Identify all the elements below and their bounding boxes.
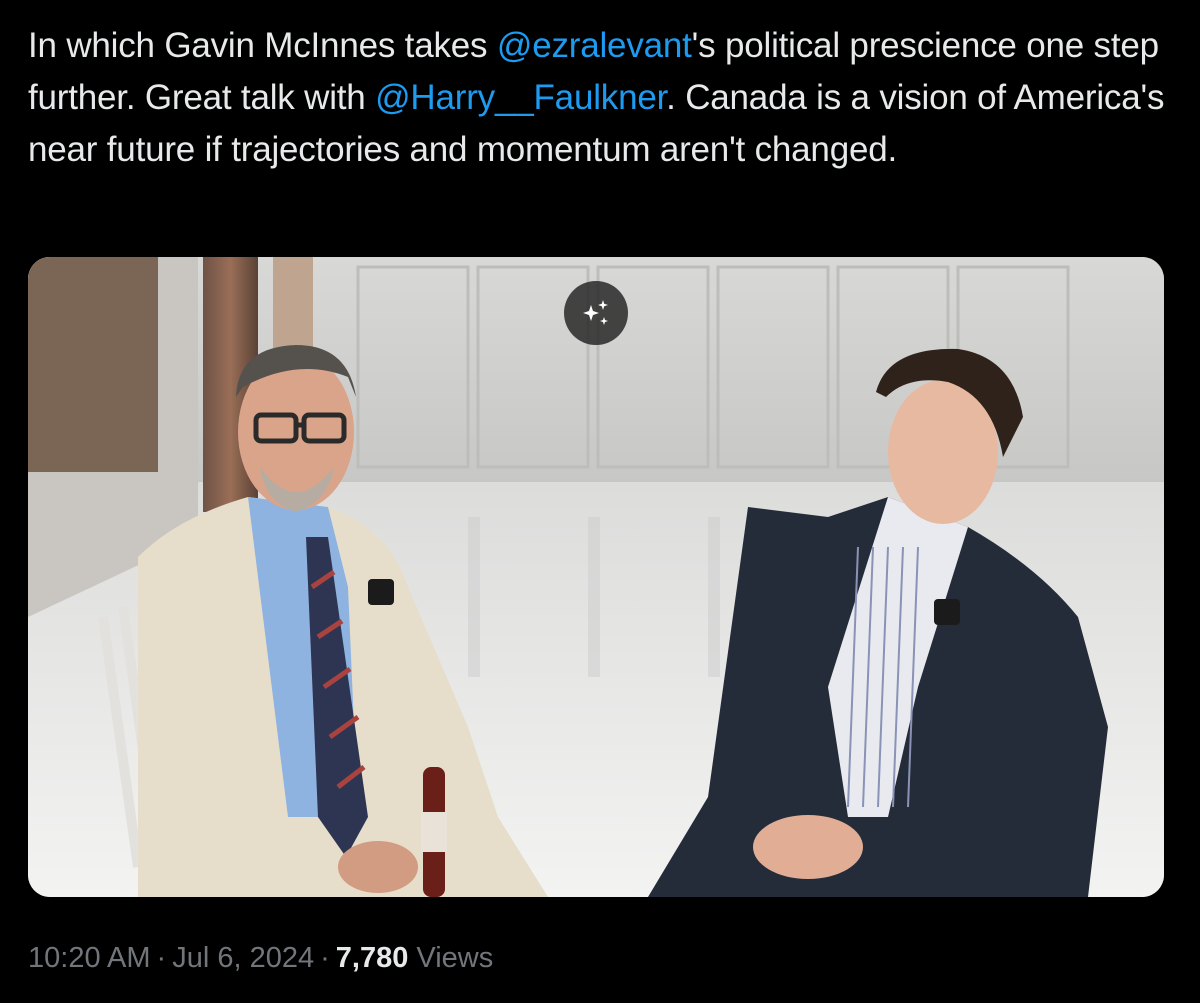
tweet-text-segment: In which Gavin McInnes takes bbox=[28, 26, 497, 65]
separator-dot: · bbox=[320, 942, 330, 974]
separator-dot: · bbox=[156, 942, 167, 974]
tweet-metadata: 10:20 AM · Jul 6, 2024 · 7,780 Views bbox=[28, 938, 493, 978]
mention-link-ezralevant[interactable]: @ezralevant bbox=[497, 26, 692, 65]
views-count: 7,780 bbox=[335, 942, 409, 974]
tweet-time-link[interactable]: 10:20 AM bbox=[28, 942, 151, 974]
sparkle-icon bbox=[583, 300, 608, 325]
views-label: Views bbox=[416, 942, 494, 974]
tweet-date-link[interactable]: Jul 6, 2024 bbox=[172, 942, 314, 974]
grok-sparkle-button[interactable] bbox=[564, 281, 628, 345]
video-media[interactable] bbox=[28, 257, 1164, 897]
tweet-text: In which Gavin McInnes takes @ezralevant… bbox=[28, 20, 1178, 176]
video-frame-image bbox=[28, 257, 1164, 897]
mention-link-harry-faulkner[interactable]: @Harry__Faulkner bbox=[375, 78, 666, 117]
